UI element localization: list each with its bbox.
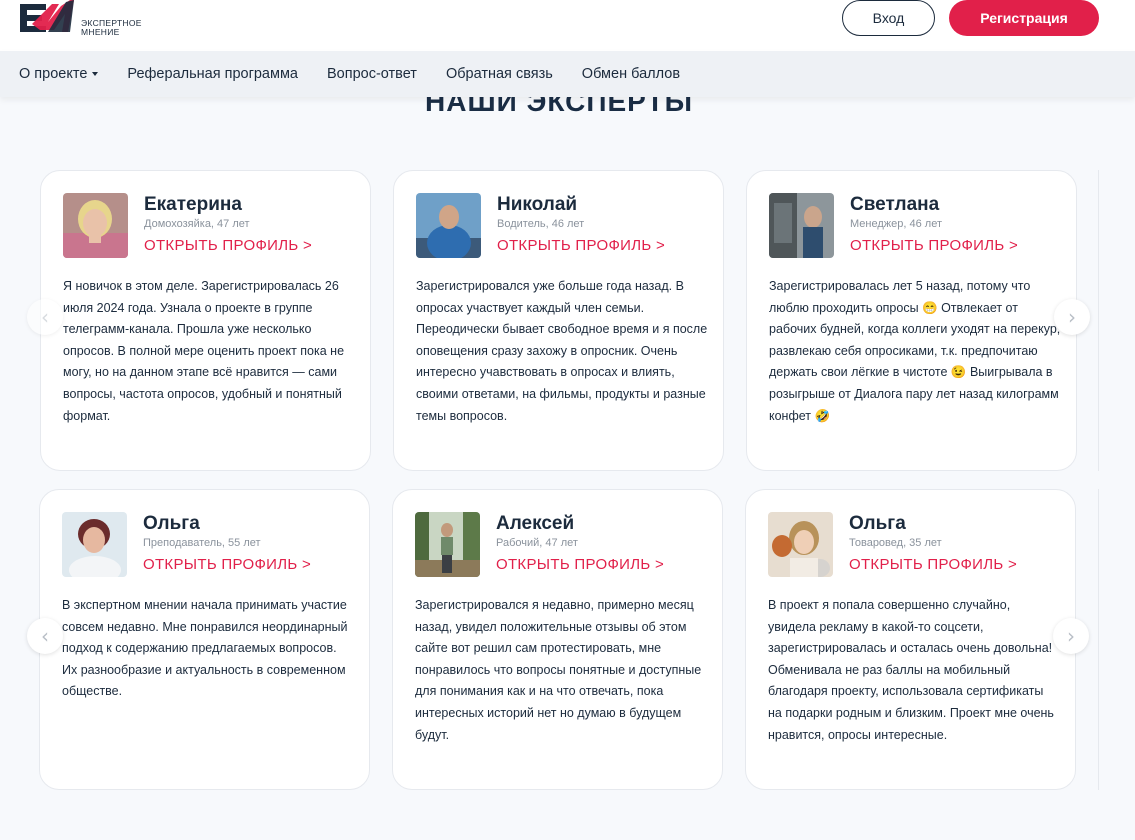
partial-expert-card [1098, 170, 1135, 471]
carousel-next-button[interactable]: › [1053, 618, 1089, 654]
expert-review: Я новичок в этом деле. Зарегистрировалас… [63, 279, 345, 423]
chevron-down-icon [92, 72, 99, 76]
expert-occupation: Рабочий, 47 лет [496, 537, 578, 549]
nav-item-label: О проекте [19, 66, 88, 82]
carousel-prev-button[interactable]: ‹ [27, 299, 63, 335]
carousel-prev-button[interactable]: ‹ [27, 618, 63, 654]
nav-item-feedback[interactable]: Обратная связь [446, 66, 553, 82]
open-profile-link[interactable]: ОТКРЫТЬ ПРОФИЛЬ > [849, 556, 1017, 573]
chevron-left-icon: ‹ [41, 624, 49, 648]
chevron-left-icon: ‹ [41, 305, 49, 329]
main-nav: О проекте Реферальная программа Вопрос-о… [0, 51, 1135, 97]
expert-occupation: Домохозяйка, 47 лет [144, 218, 250, 230]
nav-item-faq[interactable]: Вопрос-ответ [327, 66, 417, 82]
open-profile-link[interactable]: ОТКРЫТЬ ПРОФИЛЬ > [143, 556, 311, 573]
open-profile-link[interactable]: ОТКРЫТЬ ПРОФИЛЬ > [144, 237, 312, 254]
expert-card: Светлана Менеджер, 46 лет ОТКРЫТЬ ПРОФИЛ… [746, 170, 1077, 471]
nav-item-about[interactable]: О проекте [19, 66, 99, 82]
expert-card: Николай Водитель, 46 лет ОТКРЫТЬ ПРОФИЛЬ… [393, 170, 724, 471]
expert-card: Екатерина Домохозяйка, 47 лет ОТКРЫТЬ ПР… [40, 170, 371, 471]
expert-occupation: Преподаватель, 55 лет [143, 537, 261, 549]
logo-mark-icon [20, 0, 74, 32]
login-button[interactable]: Вход [842, 0, 935, 36]
carousel-next-button[interactable]: › [1054, 299, 1090, 335]
logo[interactable]: ЭКСПЕРТНОЕ МНЕНИЕ [18, 0, 142, 37]
expert-occupation: Менеджер, 46 лет [850, 218, 942, 230]
open-profile-link[interactable]: ОТКРЫТЬ ПРОФИЛЬ > [497, 237, 665, 254]
expert-occupation: Водитель, 46 лет [497, 218, 585, 230]
chevron-right-icon: › [1067, 624, 1075, 648]
expert-name: Алексей [496, 513, 575, 534]
avatar [415, 512, 480, 577]
expert-name: Светлана [850, 194, 940, 215]
avatar [768, 512, 833, 577]
logo-text: ЭКСПЕРТНОЕ МНЕНИЕ [81, 19, 142, 37]
expert-name: Екатерина [144, 194, 242, 215]
avatar [63, 193, 128, 258]
expert-name: Николай [497, 194, 578, 215]
expert-review: Зарегистрировалась лет 5 назад, потому ч… [769, 279, 1061, 423]
avatar [416, 193, 481, 258]
expert-review: В проект я попала совершенно случайно, у… [768, 598, 1054, 742]
partial-expert-card [1098, 489, 1135, 790]
expert-review: Зарегистрировался я недавно, примерно ме… [415, 598, 702, 742]
register-button[interactable]: Регистрация [949, 0, 1099, 36]
open-profile-link[interactable]: ОТКРЫТЬ ПРОФИЛЬ > [496, 556, 664, 573]
expert-occupation: Товаровед, 35 лет [849, 537, 942, 549]
expert-card: Ольга Товаровед, 35 лет ОТКРЫТЬ ПРОФИЛЬ … [745, 489, 1076, 790]
chevron-right-icon: › [1068, 305, 1076, 329]
site-header: ЭКСПЕРТНОЕ МНЕНИЕ Вход Регистрация [0, 0, 1135, 51]
nav-item-points-exchange[interactable]: Обмен баллов [582, 66, 680, 82]
avatar [62, 512, 127, 577]
expert-card: Алексей Рабочий, 47 лет ОТКРЫТЬ ПРОФИЛЬ … [392, 489, 723, 790]
expert-card: Ольга Преподаватель, 55 лет ОТКРЫТЬ ПРОФ… [39, 489, 370, 790]
avatar [769, 193, 834, 258]
nav-item-referral[interactable]: Реферальная программа [127, 66, 298, 82]
expert-review: В экспертном мнении начала принимать уча… [62, 598, 348, 699]
logo-line2: МНЕНИЕ [81, 27, 120, 37]
expert-name: Ольга [849, 513, 906, 534]
open-profile-link[interactable]: ОТКРЫТЬ ПРОФИЛЬ > [850, 237, 1018, 254]
expert-review: Зарегистрировался уже больше года назад.… [416, 279, 708, 423]
expert-name: Ольга [143, 513, 200, 534]
